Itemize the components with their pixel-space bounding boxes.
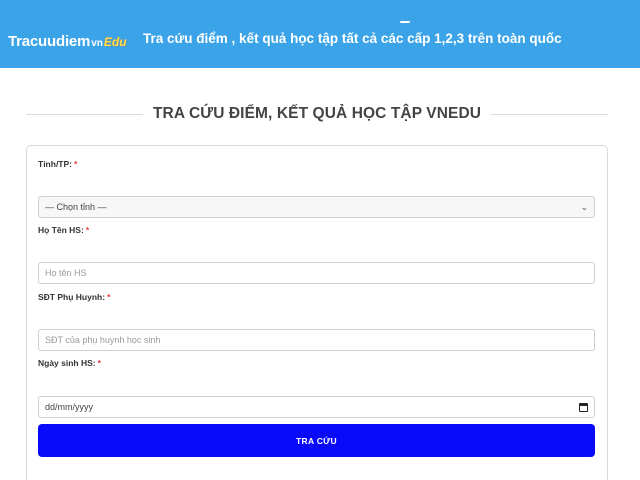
province-label-text: Tỉnh/TP: <box>38 159 72 169</box>
required-marker: * <box>97 358 101 368</box>
required-marker: * <box>85 225 90 235</box>
parent-phone-placeholder: SĐT của phụ huynh học sinh <box>45 335 161 345</box>
page-title: TRA CỨU ĐIỂM, KẾT QUẢ HỌC TẬP VNEDU <box>26 104 608 124</box>
parent-phone-label-text: SĐT Phụ Huynh: <box>38 292 106 302</box>
chevron-down-icon: ⌄ <box>580 201 588 212</box>
birthdate-placeholder: dd/mm/yyyy <box>45 402 94 412</box>
header-notch <box>400 21 410 23</box>
birthdate-label: Ngày sinh HS: * <box>38 358 101 368</box>
calendar-icon[interactable] <box>579 402 588 412</box>
logo-edu-text: Edu <box>103 35 127 49</box>
birthdate-label-text: Ngày sinh HS: <box>38 358 96 368</box>
logo-vn-text: vn <box>91 38 103 49</box>
required-marker: * <box>74 159 78 169</box>
site-logo[interactable]: Tracuudiem vn Edu <box>8 33 127 51</box>
parent-phone-input[interactable]: SĐT của phụ huynh học sinh <box>38 329 595 351</box>
student-name-label-text: Họ Tên HS: <box>38 225 84 235</box>
province-selected-value: — Chọn tỉnh — <box>45 202 107 212</box>
student-name-placeholder: Họ tên HS <box>45 268 87 278</box>
site-header: Tracuudiem vn Edu Tra cứu điểm , kết quả… <box>0 0 640 68</box>
page-title-text: TRA CỨU ĐIỂM, KẾT QUẢ HỌC TẬP VNEDU <box>152 105 482 122</box>
logo-main-text: Tracuudiem <box>8 33 91 50</box>
student-name-input[interactable]: Họ tên HS <box>38 262 595 284</box>
province-label: Tỉnh/TP: * <box>38 159 77 169</box>
title-divider-right <box>491 113 608 115</box>
header-tagline: Tra cứu điểm , kết quả học tập tất cả cá… <box>143 31 562 46</box>
province-select[interactable]: — Chọn tỉnh — ⌄ <box>38 196 595 218</box>
birthdate-input[interactable]: dd/mm/yyyy <box>38 396 595 418</box>
student-name-label: Họ Tên HS: * <box>38 225 89 235</box>
required-marker: * <box>107 292 111 302</box>
parent-phone-label: SĐT Phụ Huynh: * <box>38 292 110 302</box>
search-submit-button[interactable]: TRA CỨU <box>38 424 595 457</box>
title-divider-left <box>26 113 143 115</box>
